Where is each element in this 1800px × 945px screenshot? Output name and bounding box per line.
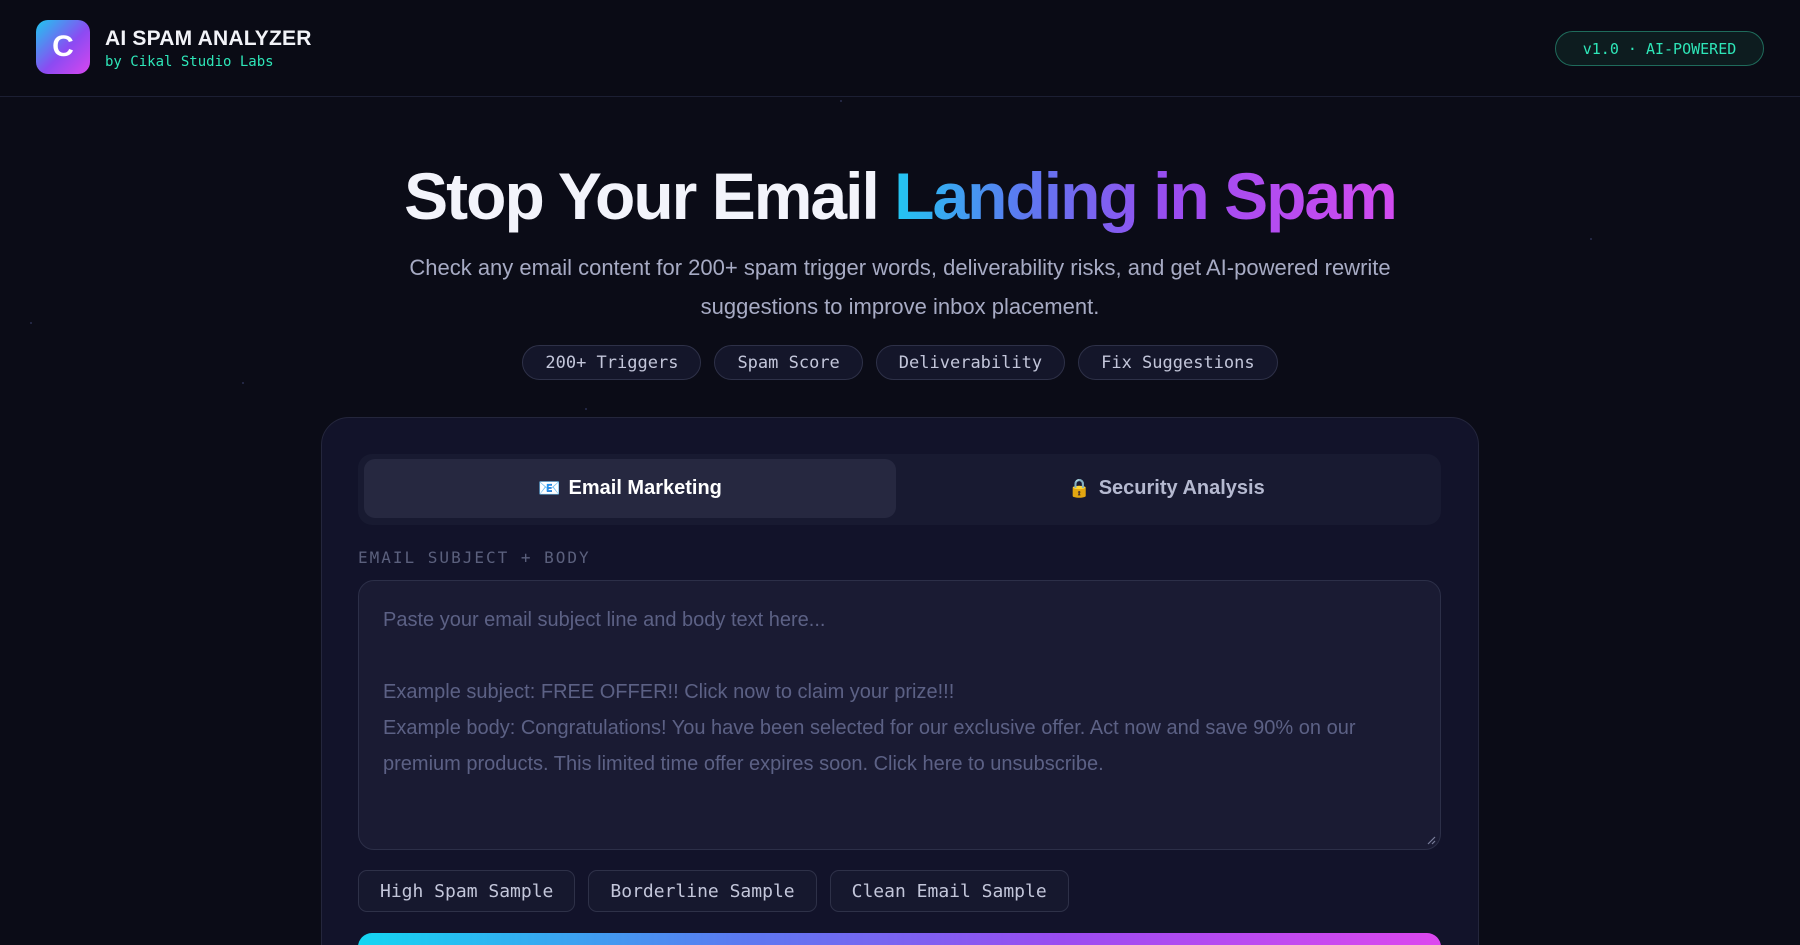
borderline-sample-button[interactable]: Borderline Sample: [588, 870, 817, 912]
background-dot: [30, 322, 32, 324]
app-subtitle: by Cikal Studio Labs: [105, 54, 274, 70]
clean-email-sample-button[interactable]: Clean Email Sample: [829, 870, 1069, 912]
tab-security-analysis[interactable]: 🔒 Security Analysis: [898, 459, 1435, 518]
tab-label: Security Analysis: [1098, 477, 1265, 499]
email-field-label: EMAIL SUBJECT + BODY: [358, 548, 591, 567]
background-dot: [840, 100, 842, 102]
hero-title: Stop Your Email Landing in Spam: [0, 158, 1800, 234]
hero-title-highlight: Landing in Spam: [894, 159, 1398, 233]
background-dot: [242, 382, 244, 384]
feature-chip-triggers: 200+ Triggers: [522, 345, 702, 380]
tab-label: Email Marketing: [568, 477, 722, 499]
app-title: AI SPAM ANALYZER: [105, 27, 312, 50]
feature-chip-spam-score: Spam Score: [714, 345, 863, 380]
high-spam-sample-button[interactable]: High Spam Sample: [358, 870, 576, 912]
feature-chip-fix-suggestions: Fix Suggestions: [1078, 345, 1278, 380]
resize-handle-icon[interactable]: [1426, 835, 1436, 845]
hero-title-plain: Stop Your Email: [404, 159, 895, 233]
background-dot: [585, 408, 587, 410]
tab-email-marketing[interactable]: 📧 Email Marketing: [364, 459, 896, 518]
mode-tabs: 📧 Email Marketing 🔒 Security Analysis: [358, 454, 1441, 525]
email-textarea-container: [358, 580, 1441, 850]
top-bar: C AI SPAM ANALYZER by Cikal Studio Labs …: [0, 0, 1800, 97]
feature-chips: 200+ Triggers Spam Score Deliverability …: [0, 345, 1800, 380]
logo-icon[interactable]: C: [36, 20, 90, 74]
version-badge: v1.0 · AI-POWERED: [1555, 31, 1764, 66]
hero-description: Check any email content for 200+ spam tr…: [409, 255, 1391, 319]
email-content-input[interactable]: [359, 581, 1440, 849]
lock-icon: 🔒: [1068, 478, 1091, 498]
envelope-icon: 📧: [538, 478, 561, 498]
analyze-button[interactable]: [358, 933, 1441, 945]
background-dot: [1590, 238, 1592, 240]
feature-chip-deliverability: Deliverability: [875, 345, 1066, 380]
sample-buttons: High Spam Sample Borderline Sample Clean…: [358, 870, 1069, 912]
